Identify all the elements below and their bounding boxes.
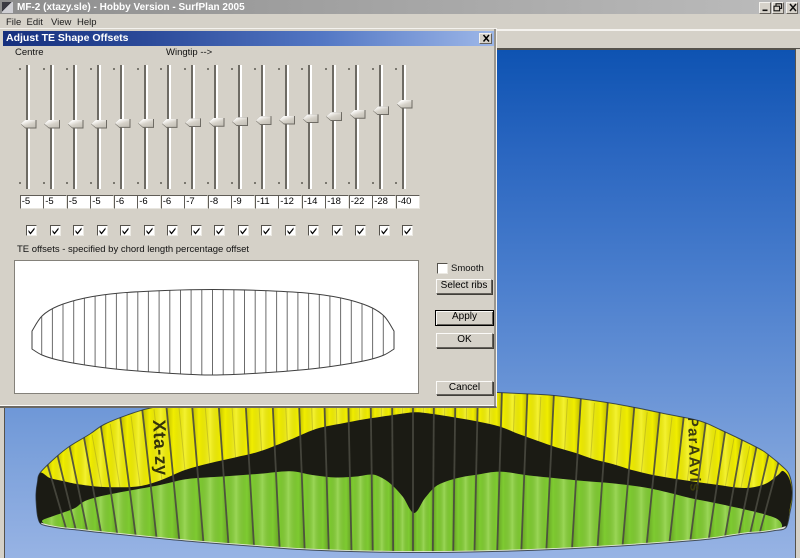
- svg-text:Xta-zy: Xta-zy: [149, 419, 172, 476]
- svg-text:ParAAvis: ParAAvis: [684, 417, 704, 493]
